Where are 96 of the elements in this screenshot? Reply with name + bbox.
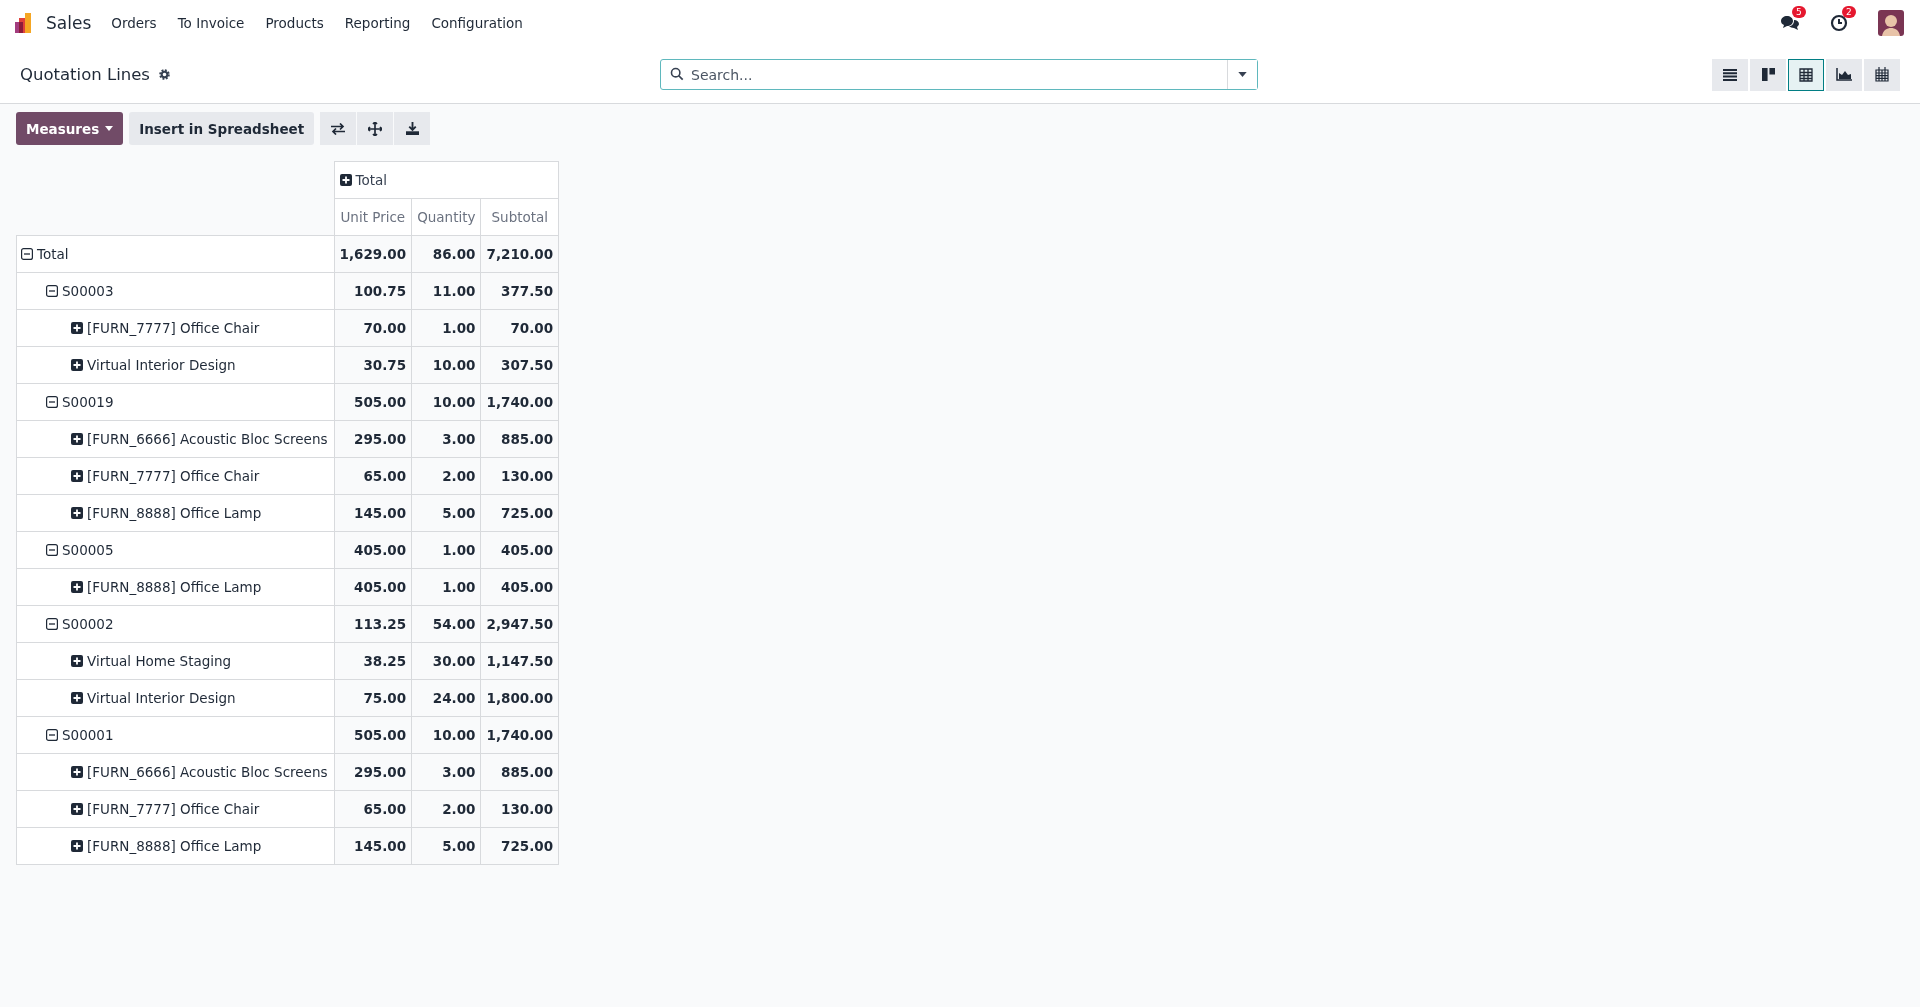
flip-axis-button[interactable] — [320, 112, 357, 145]
table-cell[interactable]: 10.00 — [411, 383, 481, 421]
table-cell[interactable]: 86.00 — [411, 235, 481, 273]
table-cell[interactable]: 405.00 — [334, 568, 412, 606]
table-grid-icon — [1799, 67, 1813, 82]
table-cell[interactable]: 7,210.00 — [481, 235, 559, 273]
table-cell[interactable]: 5.00 — [411, 827, 481, 865]
menu-item[interactable]: Reporting — [344, 15, 411, 31]
activity-count-badge: 2 — [1842, 6, 1856, 18]
gear-icon[interactable] — [157, 68, 171, 81]
table-cell[interactable]: 130.00 — [481, 790, 559, 828]
area-chart-icon — [1836, 68, 1852, 81]
page-title: Quotation Lines — [20, 65, 150, 84]
chat-bubbles-icon[interactable] — [1780, 14, 1800, 32]
table-cell[interactable]: 2.00 — [411, 457, 481, 495]
table-cell[interactable]: 145.00 — [334, 827, 412, 865]
menu-item[interactable]: To Invoice — [177, 15, 245, 31]
table-cell[interactable]: 725.00 — [481, 827, 559, 865]
table-cell[interactable]: 30.00 — [411, 642, 481, 680]
table-cell[interactable]: 10.00 — [411, 346, 481, 384]
message-count-badge: 5 — [1792, 6, 1806, 18]
table-cell[interactable]: 505.00 — [334, 716, 412, 754]
table-cell[interactable]: 885.00 — [481, 753, 559, 791]
download-icon — [405, 122, 419, 135]
table-cell[interactable]: 725.00 — [481, 494, 559, 532]
calendar-view-button[interactable] — [1864, 58, 1900, 91]
table-cell[interactable]: 65.00 — [334, 457, 412, 495]
expand-all-button[interactable] — [357, 112, 394, 145]
row-group-header[interactable]: S00001 — [46, 726, 114, 743]
caret-icon — [105, 126, 114, 131]
table-cell[interactable]: 54.00 — [411, 605, 481, 643]
table-cell[interactable]: 1,740.00 — [481, 716, 559, 754]
table-cell[interactable]: 377.50 — [481, 272, 559, 310]
row-group-header[interactable]: S00005 — [46, 541, 114, 558]
column-group-header[interactable]: Total — [339, 171, 388, 188]
columns-icon — [1761, 68, 1775, 81]
caret-icon — [1238, 72, 1247, 77]
table-cell[interactable]: 24.00 — [411, 679, 481, 717]
measure-header[interactable]: Quantity — [411, 198, 481, 236]
row-group-header[interactable]: S00003 — [46, 282, 114, 299]
table-cell[interactable]: 113.25 — [334, 605, 412, 643]
pivot-view-button[interactable] — [1788, 58, 1824, 91]
insert-spreadsheet-button[interactable]: Insert in Spreadsheet — [129, 112, 315, 145]
measures-dropdown-button[interactable]: Measures — [16, 112, 124, 145]
table-cell[interactable]: 1.00 — [411, 309, 481, 347]
table-cell[interactable]: 5.00 — [411, 494, 481, 532]
table-cell[interactable]: 1.00 — [411, 568, 481, 606]
menu-item[interactable]: Configuration — [431, 15, 523, 31]
table-cell[interactable]: 11.00 — [411, 272, 481, 310]
table-cell[interactable]: 1.00 — [411, 531, 481, 569]
row-group-header[interactable]: Total — [21, 245, 69, 262]
menu-item[interactable]: Products — [265, 15, 324, 31]
clock-icon[interactable] — [1830, 14, 1848, 32]
table-cell[interactable]: 295.00 — [334, 753, 412, 791]
table-cell[interactable]: 75.00 — [334, 679, 412, 717]
table-cell[interactable]: 70.00 — [334, 309, 412, 347]
list-view-button[interactable] — [1712, 58, 1748, 91]
avatar-icon[interactable] — [1878, 10, 1904, 36]
table-cell[interactable]: 1,800.00 — [481, 679, 559, 717]
search-options-toggle[interactable] — [1227, 60, 1257, 89]
table-cell[interactable]: 30.75 — [334, 346, 412, 384]
calendar-icon — [1875, 67, 1889, 82]
table-cell[interactable]: 295.00 — [334, 420, 412, 458]
table-cell[interactable]: 1,740.00 — [481, 383, 559, 421]
table-cell[interactable]: 3.00 — [411, 753, 481, 791]
table-cell[interactable]: 307.50 — [481, 346, 559, 384]
table-cell[interactable]: 405.00 — [334, 531, 412, 569]
table-cell[interactable]: 65.00 — [334, 790, 412, 828]
download-button[interactable] — [394, 112, 431, 145]
measure-header[interactable]: Unit Price — [334, 198, 412, 236]
row-group-header[interactable]: S00019 — [46, 393, 114, 410]
graph-view-button[interactable] — [1826, 58, 1862, 91]
search-field[interactable]: Search... — [660, 59, 1258, 90]
swap-arrows-icon — [331, 122, 346, 135]
lines-icon — [1723, 68, 1737, 81]
table-cell[interactable]: 3.00 — [411, 420, 481, 458]
table-cell[interactable]: 100.75 — [334, 272, 412, 310]
table-cell[interactable]: 2.00 — [411, 790, 481, 828]
table-cell[interactable]: 1,147.50 — [481, 642, 559, 680]
kanban-view-button[interactable] — [1750, 58, 1786, 91]
table-cell[interactable]: 405.00 — [481, 531, 559, 569]
row-group-header[interactable]: S00002 — [46, 615, 114, 632]
table-cell[interactable]: 405.00 — [481, 568, 559, 606]
table-cell[interactable]: 10.00 — [411, 716, 481, 754]
table-cell[interactable]: 145.00 — [334, 494, 412, 532]
table-cell[interactable]: 1,629.00 — [334, 235, 412, 273]
table-cell[interactable]: 505.00 — [334, 383, 412, 421]
measure-header[interactable]: Subtotal — [481, 198, 559, 236]
table-cell[interactable]: 70.00 — [481, 309, 559, 347]
table-cell[interactable]: 130.00 — [481, 457, 559, 495]
table-cell[interactable]: 38.25 — [334, 642, 412, 680]
app-name[interactable]: Sales — [46, 13, 92, 33]
menu-item[interactable]: Orders — [111, 15, 157, 31]
table-cell[interactable]: 885.00 — [481, 420, 559, 458]
move-arrows-icon — [368, 121, 383, 136]
table-cell[interactable]: 2,947.50 — [481, 605, 559, 643]
